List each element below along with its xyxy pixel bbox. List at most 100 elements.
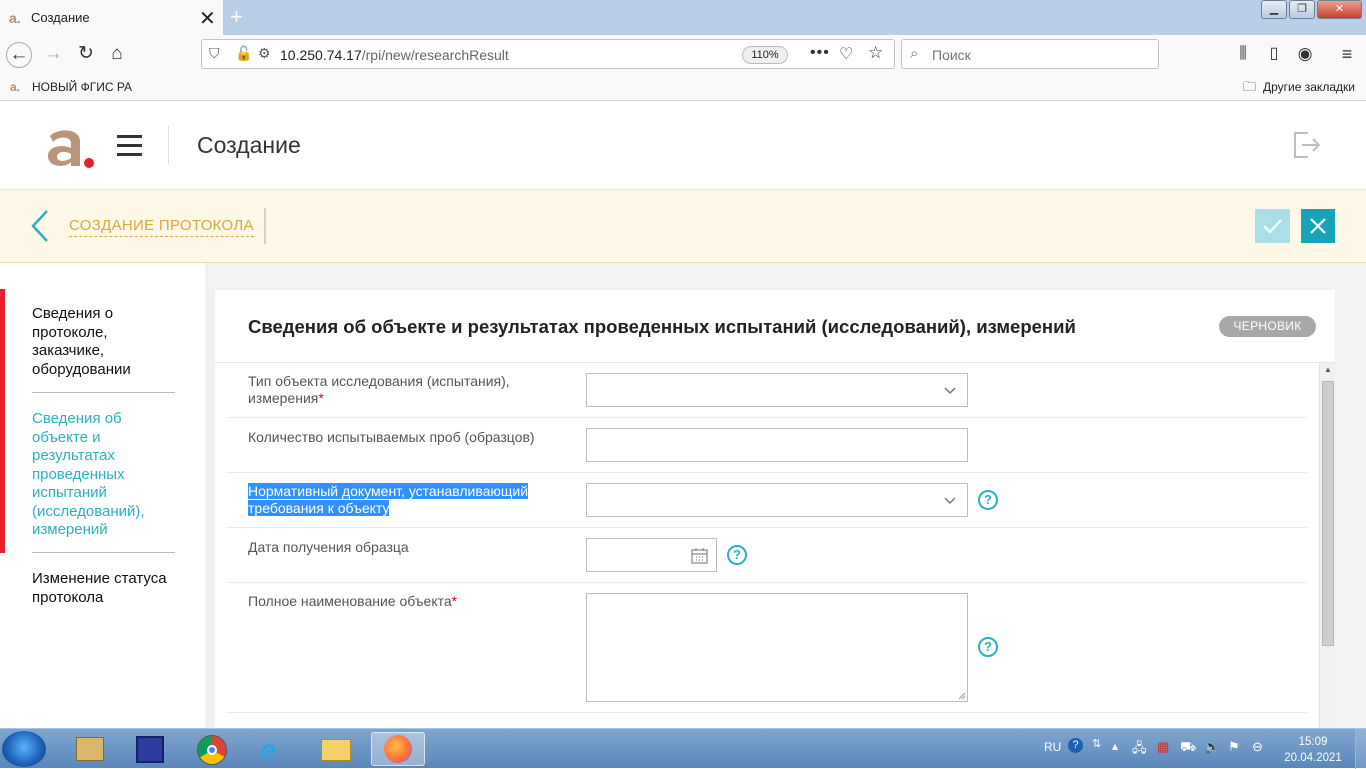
bookmark-other[interactable]: Другие закладки	[1263, 80, 1355, 94]
row-divider	[226, 712, 1308, 713]
close-icon	[1310, 218, 1326, 234]
nav-divider	[32, 392, 175, 393]
field-label-object-type: Тип объекта исследования (испытания), из…	[248, 373, 558, 407]
tray-arrows-icon[interactable]: ⇅	[1092, 737, 1101, 750]
nav-item-object-results[interactable]: Сведения об объекте и результатах провед…	[32, 410, 177, 540]
bookmarks-toolbar: а. НОВЫЙ ФГИС РА 🗀 Другие закладки	[0, 73, 1366, 101]
show-desktop-button[interactable]	[1355, 729, 1366, 769]
active-section-marker	[0, 289, 5, 553]
search-box[interactable]: ⌕ Поиск	[901, 39, 1159, 69]
nav-item-status-change[interactable]: Изменение статуса протокола	[32, 570, 177, 607]
header-divider	[168, 126, 169, 164]
bookmark-fgis[interactable]: НОВЫЙ ФГИС РА	[32, 80, 132, 94]
row-divider	[226, 582, 1308, 583]
sidebar-toggle-icon[interactable]: ▯	[1261, 42, 1287, 68]
tab-close-icon[interactable]: ✕	[199, 6, 216, 31]
permissions-icon[interactable]: ⚙	[258, 45, 271, 62]
browser-tab-strip: а. Создание ✕ + ▁ ❐ ✕	[0, 0, 1366, 35]
tab-title: Создание	[31, 10, 90, 25]
new-tab-icon[interactable]: +	[230, 4, 243, 30]
back-chevron-icon[interactable]	[28, 208, 52, 244]
help-icon[interactable]: ?	[727, 545, 747, 565]
row-divider	[226, 527, 1308, 528]
clock-date: 20.04.2021	[1284, 752, 1342, 764]
field-label-object-name: Полное наименование объекта*	[248, 593, 558, 610]
home-icon[interactable]: ⌂	[104, 42, 130, 68]
tray-network-icon[interactable]: 🖧	[1132, 739, 1147, 761]
window-maximize-button[interactable]: ❐	[1289, 0, 1315, 19]
action-bar-divider	[264, 208, 266, 244]
scroll-up-icon[interactable]: ▲	[1324, 365, 1332, 374]
panel-title: Сведения об объекте и результатах провед…	[248, 316, 1076, 337]
tray-keyboard-icon[interactable]: ▦	[1157, 739, 1169, 755]
bookmark-star-icon[interactable]: ☆	[868, 43, 883, 63]
library-icon[interactable]: ⫼	[1230, 42, 1256, 68]
tb-chrome-icon[interactable]	[185, 732, 239, 766]
reload-icon[interactable]: ↻	[73, 42, 99, 68]
fgis-logo-icon[interactable]	[44, 128, 96, 172]
sample-count-input[interactable]	[586, 428, 968, 462]
action-bar: СОЗДАНИЕ ПРОТОКОЛА	[0, 190, 1366, 263]
tracking-shield-icon[interactable]: ⛉	[209, 45, 220, 62]
tray-language[interactable]: RU	[1044, 740, 1061, 754]
required-marker: *	[451, 593, 458, 609]
start-button[interactable]	[2, 731, 46, 767]
tb-explorer-icon[interactable]	[309, 732, 363, 766]
help-icon[interactable]: ?	[978, 490, 998, 510]
nav-item-protocol-info[interactable]: Сведения о протоколе, заказчике, оборудо…	[32, 305, 177, 379]
status-badge: ЧЕРНОВИК	[1219, 316, 1316, 337]
row-divider	[226, 417, 1308, 418]
calendar-icon[interactable]	[691, 548, 708, 564]
back-arrow-icon[interactable]: ←	[6, 42, 32, 68]
url-text: 10.250.74.17/rpi/new/researchResult	[280, 47, 509, 63]
tray-truck-icon[interactable]: ⛟	[1180, 739, 1196, 757]
object-name-textarea[interactable]	[586, 593, 968, 702]
window-close-button[interactable]: ✕	[1317, 0, 1362, 19]
bookmark-favicon-icon: а.	[10, 80, 21, 94]
tray-clock[interactable]: 15:09 20.04.2021	[1282, 734, 1344, 766]
section-nav: Сведения о протоколе, заказчике, оборудо…	[0, 263, 205, 728]
cancel-button[interactable]	[1301, 209, 1335, 243]
form-panel: Сведения об объекте и результатах провед…	[215, 290, 1335, 728]
menu-hamburger-icon[interactable]: ≡	[1334, 42, 1360, 68]
app-header: Создание	[0, 102, 1366, 190]
tb-firefox-icon[interactable]	[371, 732, 425, 766]
tb-ie-icon[interactable]: e	[247, 732, 301, 766]
field-label-receipt-date: Дата получения образца	[248, 539, 558, 556]
save-button[interactable]	[1255, 209, 1290, 243]
label-text: Количество испытываемых проб (образцов)	[248, 429, 535, 445]
search-icon: ⌕	[910, 45, 919, 62]
tb-app-icon[interactable]	[63, 732, 117, 766]
normative-doc-select[interactable]	[586, 483, 968, 517]
tray-flag-icon[interactable]: ⚑	[1228, 739, 1240, 755]
browser-tab-active[interactable]: а. Создание ✕	[0, 0, 224, 35]
insecure-lock-icon[interactable]: 🔓	[235, 45, 252, 62]
zoom-level-badge[interactable]: 110%	[742, 46, 788, 64]
tb-floppy-icon[interactable]	[123, 732, 177, 766]
scrollbar-thumb[interactable]	[1322, 381, 1334, 646]
tray-help-icon[interactable]: ?	[1068, 738, 1083, 753]
address-bar[interactable]: ⛉ 🔓 ⚙ 10.250.74.17/rpi/new/researchResul…	[201, 39, 895, 69]
label-text: Дата получения образца	[248, 539, 409, 555]
account-icon[interactable]: ◉	[1292, 42, 1318, 68]
tray-monitor-icon[interactable]: ⊖	[1252, 739, 1263, 755]
object-type-select[interactable]	[586, 373, 968, 407]
breadcrumb-title[interactable]: СОЗДАНИЕ ПРОТОКОЛА	[69, 217, 254, 237]
tray-volume-icon[interactable]: 🔈	[1204, 739, 1220, 755]
label-text-selected: Нормативный документ, устанавливающий тр…	[248, 483, 529, 516]
chevron-down-icon	[944, 497, 956, 505]
forward-arrow-icon[interactable]: →	[40, 42, 66, 68]
help-icon[interactable]: ?	[978, 637, 998, 657]
menu-burger-icon[interactable]	[117, 135, 142, 157]
page-actions-icon[interactable]: •••	[810, 44, 830, 62]
label-text: Полное наименование объекта	[248, 593, 452, 609]
tray-expand-icon[interactable]: ▴	[1112, 739, 1118, 753]
pocket-icon[interactable]: ♡	[839, 44, 853, 64]
resize-grip-icon[interactable]	[958, 692, 966, 700]
receipt-date-input[interactable]	[586, 538, 717, 572]
panel-divider	[215, 362, 1335, 363]
logout-icon[interactable]	[1290, 129, 1322, 161]
form-scrollbar[interactable]: ▲	[1319, 363, 1335, 728]
windows-taskbar: e RU ? ⇅ ▴ 🖧 ▦ ⛟ 🔈 ⚑ ⊖ 15:09 20.04.2021	[0, 728, 1366, 769]
window-minimize-button[interactable]: ▁	[1261, 0, 1287, 19]
